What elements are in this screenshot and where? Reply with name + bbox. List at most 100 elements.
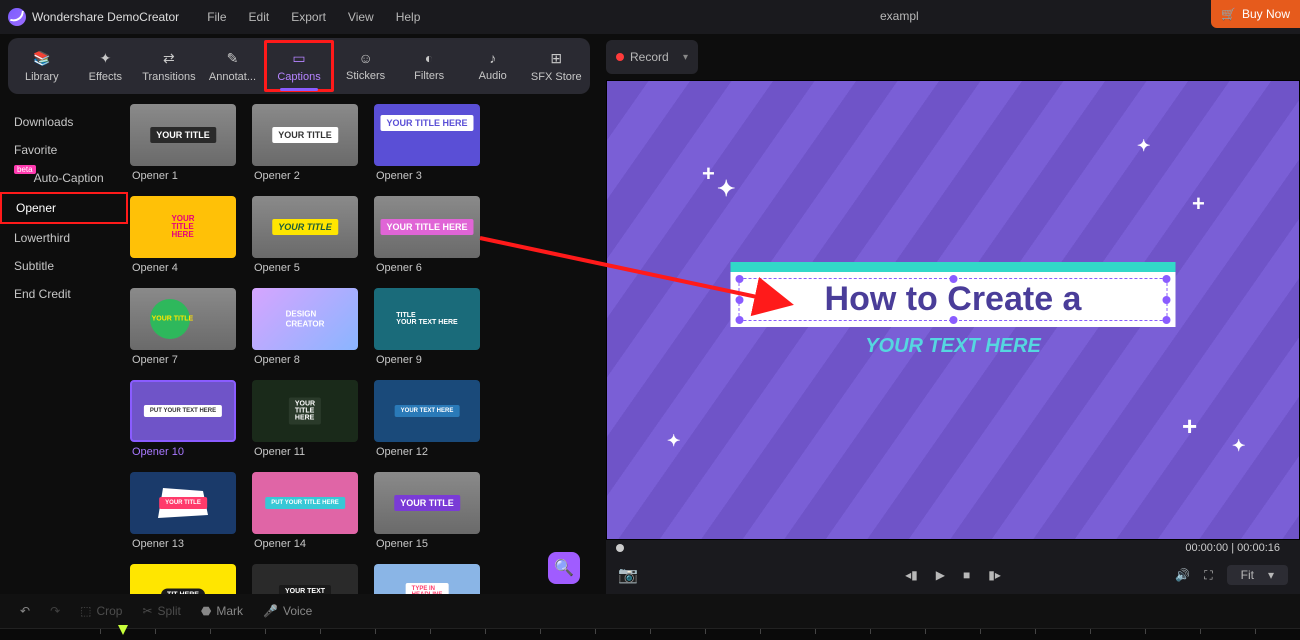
template-item[interactable]: TYPE INHEADLINEHERE — [374, 564, 490, 594]
menu-export[interactable]: Export — [291, 10, 326, 24]
template-item[interactable]: YOUR TITLEOpener 5 — [252, 196, 368, 282]
caption-overlay[interactable]: How to Create a YOUR TEXT HERE — [731, 262, 1176, 358]
play-button[interactable]: ▶ — [936, 568, 945, 582]
cat-favorite[interactable]: Favorite — [0, 136, 128, 164]
voice-tool[interactable]: 🎤 Voice — [263, 604, 312, 618]
tab-label: Captions — [277, 71, 320, 83]
tab-label: SFX Store — [531, 71, 582, 83]
sparkle-icon: ✦ — [717, 176, 735, 202]
template-item[interactable]: PUT YOUR TEXT HEREOpener 10 — [130, 380, 246, 466]
tab-label: Stickers — [346, 70, 385, 82]
template-item[interactable]: YOUR TEXT HEREOpener 12 — [374, 380, 490, 466]
template-item[interactable]: YOUR TITLEOpener 1 — [130, 104, 246, 190]
playhead-icon[interactable] — [118, 625, 128, 635]
tab-label: Library — [25, 71, 59, 83]
tab-label: Audio — [479, 70, 507, 82]
menu-view[interactable]: View — [348, 10, 374, 24]
chevron-down-icon: ▾ — [683, 52, 688, 63]
menu-edit[interactable]: Edit — [249, 10, 270, 24]
template-item[interactable]: YOUR TITLEOpener 7 — [130, 288, 246, 374]
cat-lowerthird[interactable]: Lowerthird — [0, 224, 128, 252]
caption-accent-bar — [731, 262, 1176, 272]
main-area: 📚 Library ✦Effects ⇄Transitions ✎Annotat.… — [0, 34, 1300, 594]
cat-subtitle[interactable]: Subtitle — [0, 252, 128, 280]
selection-box — [739, 278, 1168, 321]
tab-filters[interactable]: ◐Filters — [397, 42, 461, 90]
template-label: Opener 1 — [132, 170, 246, 182]
template-item[interactable]: PUT YOUR TITLE HEREOpener 14 — [252, 472, 368, 558]
template-label: Opener 13 — [132, 538, 246, 550]
cat-downloads[interactable]: Downloads — [0, 108, 128, 136]
scrub-handle[interactable] — [616, 544, 624, 552]
undo-button[interactable]: ↶ — [20, 604, 30, 618]
tab-transitions[interactable]: ⇄Transitions — [137, 42, 201, 90]
plus-icon: + — [1182, 411, 1197, 442]
template-label: Opener 10 — [132, 446, 246, 458]
search-icon: 🔍 — [554, 558, 574, 578]
caption-subtitle-text[interactable]: YOUR TEXT HERE — [731, 335, 1176, 358]
template-label: Opener 5 — [254, 262, 368, 274]
prev-frame-button[interactable]: ◂▮ — [905, 568, 918, 582]
redo-button[interactable]: ↷ — [50, 604, 60, 618]
template-item[interactable]: YOUR TITLE HEREOpener 6 — [374, 196, 490, 282]
preview-scrubber[interactable]: 00:00:00 | 00:00:16 — [606, 540, 1300, 556]
record-button[interactable]: Record ▾ — [606, 40, 698, 74]
template-item[interactable]: YOUR TEXTSUBTITLE — [252, 564, 368, 594]
left-panel: 📚 Library ✦Effects ⇄Transitions ✎Annotat.… — [0, 34, 598, 594]
tab-library[interactable]: 📚 Library — [10, 42, 74, 90]
mark-tool[interactable]: ⬣ Mark — [201, 604, 243, 618]
tab-label: Transitions — [142, 71, 195, 83]
title-bar: Wondershare DemoCreator File Edit Export… — [0, 0, 1300, 34]
cat-end-credit[interactable]: End Credit — [0, 280, 128, 308]
search-button[interactable]: 🔍 — [548, 552, 580, 584]
split-tool[interactable]: ✂ Split — [142, 604, 180, 618]
template-item[interactable]: YOUR TITLE HEREOpener 3 — [374, 104, 490, 190]
main-menu: File Edit Export View Help — [207, 10, 420, 24]
template-item[interactable]: DESIGNCREATOROpener 8 — [252, 288, 368, 374]
asset-tabs: 📚 Library ✦Effects ⇄Transitions ✎Annotat.… — [8, 38, 590, 94]
template-item[interactable]: YOURTITLEHEREOpener 4 — [130, 196, 246, 282]
cat-auto-caption[interactable]: Auto-Caption — [0, 164, 128, 192]
tab-stickers[interactable]: ☺Stickers — [334, 42, 398, 90]
sparkle-icon: ✦ — [1137, 136, 1150, 156]
plus-icon: + — [702, 161, 715, 187]
document-name: exampl — [880, 9, 919, 23]
tab-captions[interactable]: ▭ Captions — [264, 40, 334, 92]
snapshot-button[interactable]: 📷 — [618, 565, 638, 585]
timeline-ruler[interactable] — [0, 628, 1300, 640]
fullscreen-button[interactable]: ⛶ — [1204, 568, 1212, 583]
template-item[interactable]: YOURTITLEHEREOpener 11 — [252, 380, 368, 466]
tab-sfx-store[interactable]: ⊞SFX Store — [525, 42, 589, 90]
template-item[interactable]: YOUR TITLEOpener 2 — [252, 104, 368, 190]
crop-tool[interactable]: ⬚ Crop — [80, 604, 122, 618]
preview-controls: 📷 ◂▮ ▶ ■ ▮▸ 🔊 ⛶ Fit▾ — [606, 556, 1300, 594]
tab-effects[interactable]: ✦Effects — [74, 42, 138, 90]
zoom-fit-dropdown[interactable]: Fit▾ — [1227, 565, 1288, 585]
buy-label: Buy Now — [1242, 7, 1290, 21]
template-item[interactable]: TIT HERE — [130, 564, 246, 594]
annotations-icon: ✎ — [227, 50, 239, 67]
captions-icon: ▭ — [292, 50, 305, 67]
template-label: Opener 7 — [132, 354, 246, 366]
next-frame-button[interactable]: ▮▸ — [988, 568, 1001, 582]
template-label: Opener 6 — [376, 262, 490, 274]
volume-button[interactable]: 🔊 — [1175, 568, 1190, 582]
menu-file[interactable]: File — [207, 10, 226, 24]
stop-button[interactable]: ■ — [963, 568, 970, 582]
library-icon: 📚 — [33, 50, 50, 67]
buy-now-button[interactable]: 🛒 Buy Now — [1211, 0, 1300, 28]
tab-audio[interactable]: ♪Audio — [461, 42, 525, 90]
template-grid[interactable]: YOUR TITLEOpener 1 YOUR TITLEOpener 2 YO… — [128, 98, 598, 594]
template-label: Opener 9 — [376, 354, 490, 366]
cat-opener[interactable]: Opener — [0, 192, 128, 224]
template-label: Opener 12 — [376, 446, 490, 458]
menu-help[interactable]: Help — [396, 10, 421, 24]
sparkle-icon: ✦ — [667, 431, 680, 451]
template-label: Opener 8 — [254, 354, 368, 366]
template-item[interactable]: YOUR TITLEOpener 13 — [130, 472, 246, 558]
template-item[interactable]: TITLEYOUR TEXT HEREOpener 9 — [374, 288, 490, 374]
video-preview[interactable]: ✦ ✦ + + ✦ + ✦ How to Create a YOUR TEX — [606, 80, 1300, 540]
template-item[interactable]: YOUR TITLEOpener 15 — [374, 472, 490, 558]
tab-annotations[interactable]: ✎Annotat... — [201, 42, 265, 90]
fit-label: Fit — [1241, 568, 1254, 582]
